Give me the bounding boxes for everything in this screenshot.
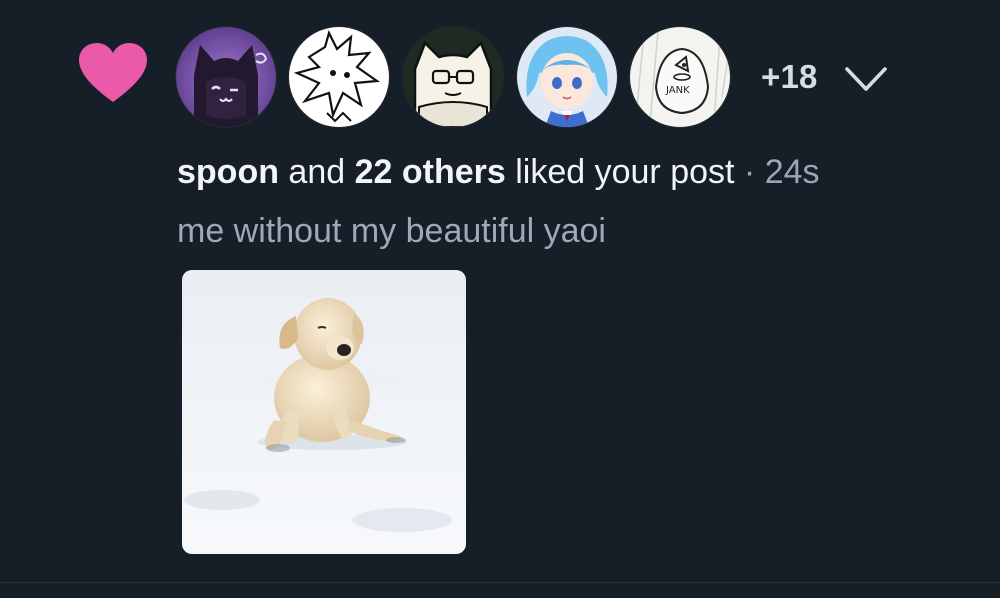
avatar-blue-hair-anime-icon[interactable] <box>517 27 617 127</box>
puppy-in-snow-image-icon[interactable] <box>182 270 466 554</box>
avatar-sketch-character-icon[interactable] <box>289 27 389 127</box>
avatar-glasses-cat-icon[interactable] <box>403 27 503 127</box>
additional-likers-count[interactable]: +18 <box>761 57 818 97</box>
heart-icon <box>78 42 148 104</box>
notification-summary: spoon and 22 others liked your post · 24… <box>177 149 820 195</box>
avatar-jank-sketch-icon[interactable]: JANK <box>630 27 730 127</box>
and-text: and <box>278 153 355 191</box>
svg-text:JANK: JANK <box>665 85 690 96</box>
action-text: liked your post <box>505 153 735 191</box>
actor-name-link[interactable]: spoon <box>177 153 279 191</box>
list-divider <box>0 582 1000 583</box>
timestamp: 24s <box>764 153 820 191</box>
separator-dot: · <box>734 153 765 191</box>
notification-header-row: JANK +18 <box>0 25 1000 129</box>
avatar-dark-cat-icon[interactable] <box>176 27 276 127</box>
post-preview-text[interactable]: me without my beautiful yaoi <box>177 208 606 254</box>
others-link[interactable]: 22 others <box>355 153 506 191</box>
chevron-down-icon[interactable] <box>843 59 889 99</box>
